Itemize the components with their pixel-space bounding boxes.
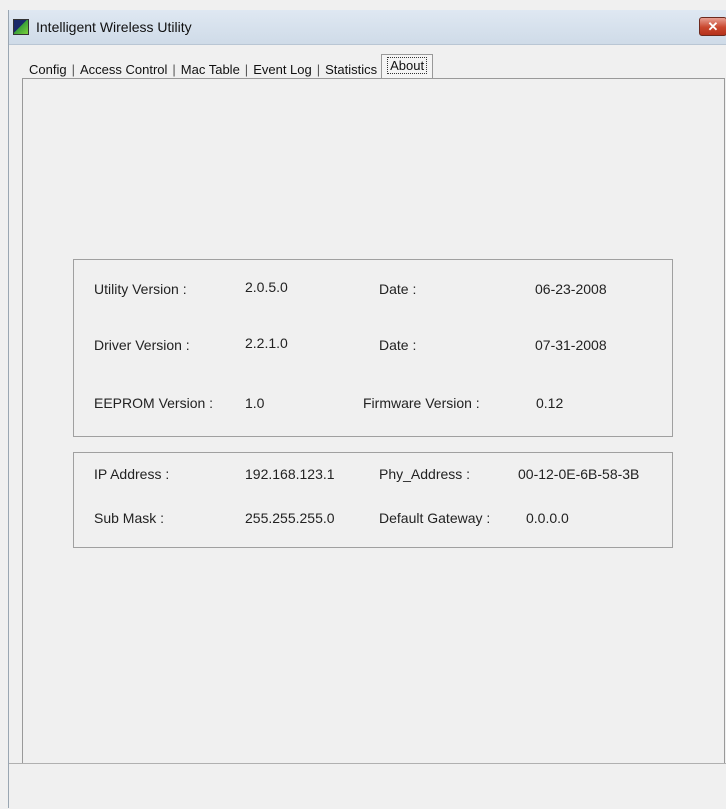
utility-date-value: 06-23-2008 xyxy=(535,281,607,297)
close-icon: ✕ xyxy=(707,19,719,34)
firmware-version-label: Firmware Version : xyxy=(363,395,480,411)
tab-mac-table[interactable]: Mac Table xyxy=(177,59,244,80)
tab-statistics[interactable]: Statistics xyxy=(321,59,381,80)
window-title: Intelligent Wireless Utility xyxy=(36,19,192,35)
phy-address-label: Phy_Address : xyxy=(379,466,471,482)
utility-date-label: Date : xyxy=(379,281,417,297)
sub-mask-label: Sub Mask : xyxy=(94,510,165,526)
phy-address-value: 00-12-0E-6B-58-3B xyxy=(518,466,640,482)
firmware-version-value: 0.12 xyxy=(536,395,564,411)
ip-address-value: 192.168.123.1 xyxy=(245,466,335,482)
utility-version-value: 2.0.5.0 xyxy=(245,279,288,295)
tab-access-control[interactable]: Access Control xyxy=(76,59,171,80)
close-button[interactable]: ✕ xyxy=(699,17,726,36)
version-info-group: Utility Version : 2.0.5.0 Date : 06-23-2… xyxy=(73,259,673,437)
ip-address-label: IP Address : xyxy=(94,466,170,482)
status-bar xyxy=(9,763,726,809)
tab-about[interactable]: About xyxy=(381,54,434,79)
tab-strip: Config | Access Control | Mac Table | Ev… xyxy=(25,54,434,80)
network-info-group: IP Address : 192.168.123.1 Phy_Address :… xyxy=(73,452,673,548)
tab-about-label: About xyxy=(387,57,428,74)
driver-date-label: Date : xyxy=(379,337,417,353)
default-gateway-value: 0.0.0.0 xyxy=(526,510,569,526)
default-gateway-label: Default Gateway : xyxy=(379,510,491,526)
sub-mask-value: 255.255.255.0 xyxy=(245,510,335,526)
driver-date-value: 07-31-2008 xyxy=(535,337,607,353)
driver-version-label: Driver Version : xyxy=(94,337,190,353)
driver-version-value: 2.2.1.0 xyxy=(245,335,288,351)
eeprom-version-label: EEPROM Version : xyxy=(94,395,214,411)
title-bar[interactable]: Intelligent Wireless Utility ✕ xyxy=(9,10,726,45)
tab-config[interactable]: Config xyxy=(25,59,71,80)
eeprom-version-value: 1.0 xyxy=(245,395,265,411)
app-window: Intelligent Wireless Utility ✕ Config | … xyxy=(8,10,726,809)
tab-event-log[interactable]: Event Log xyxy=(249,59,316,80)
app-icon xyxy=(13,19,29,35)
utility-version-label: Utility Version : xyxy=(94,281,187,297)
